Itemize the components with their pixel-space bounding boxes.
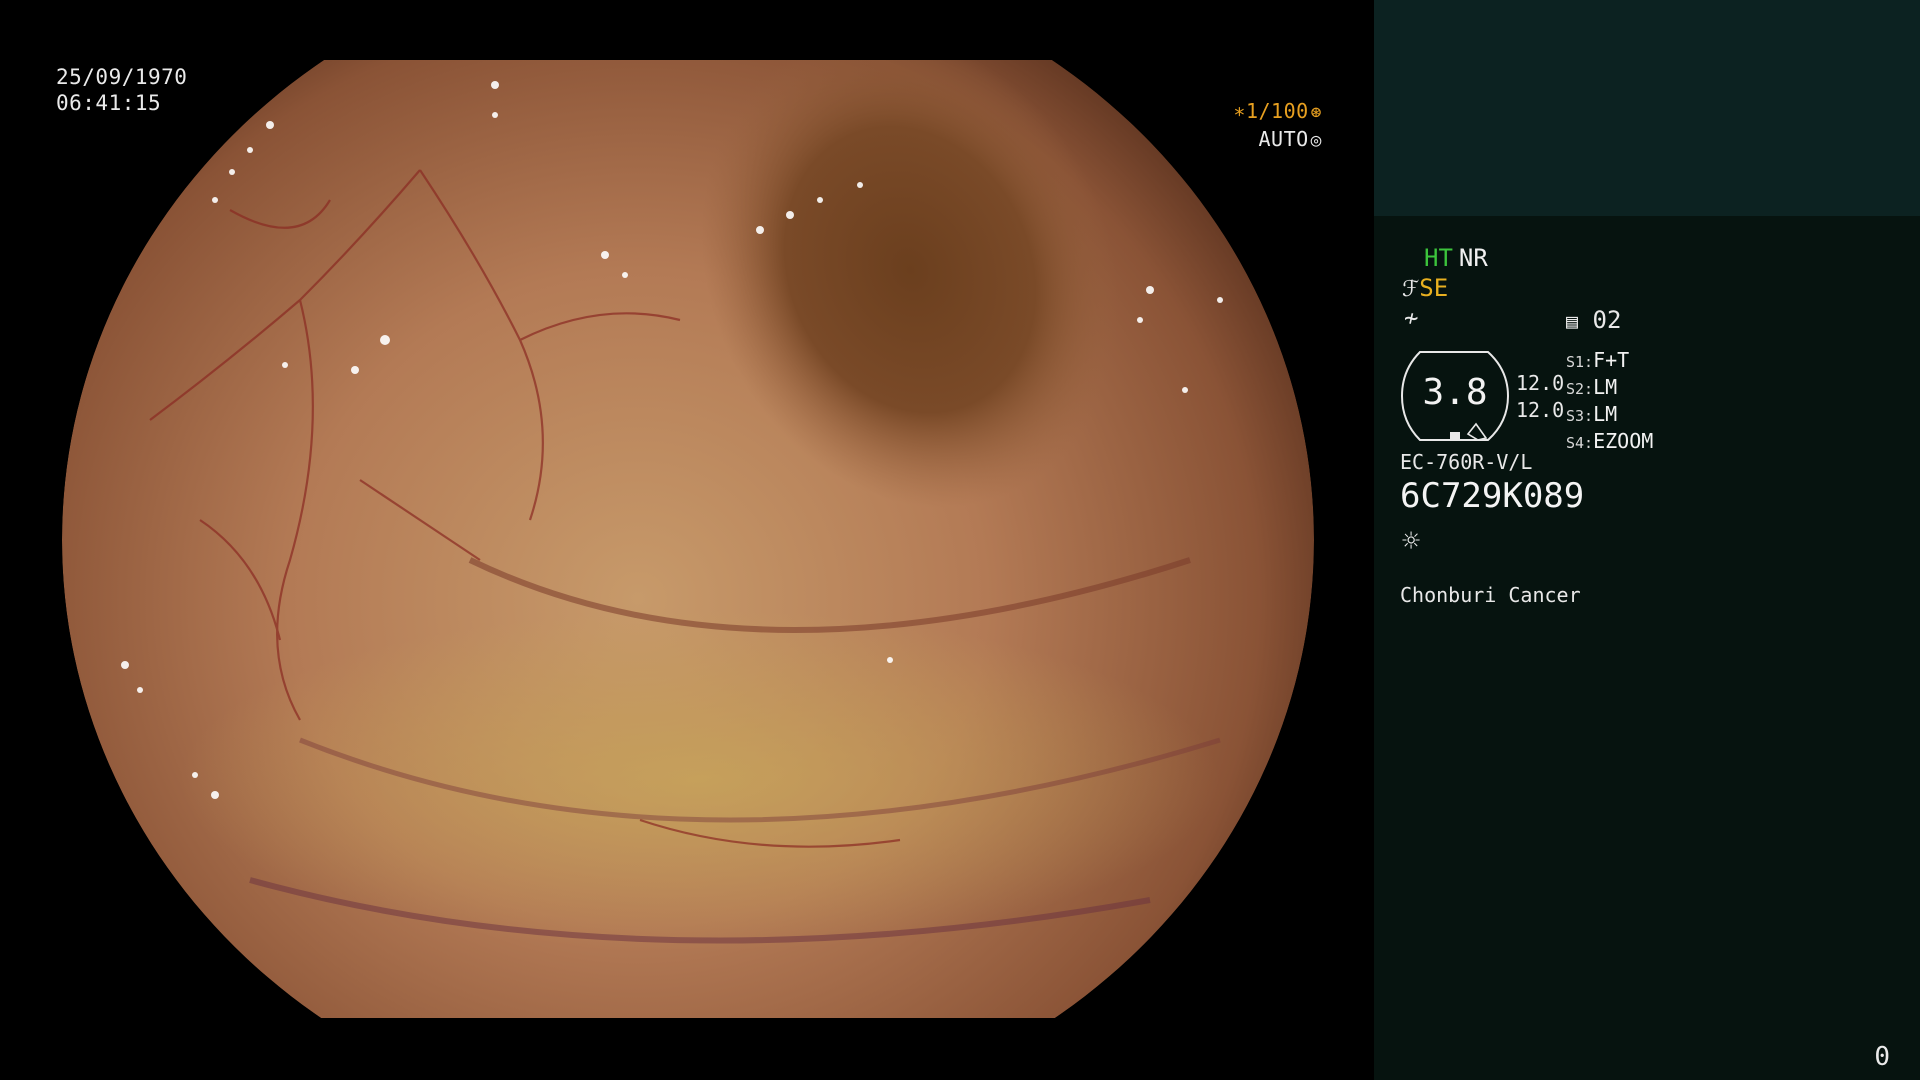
date-text: 25/09/1970 (56, 65, 188, 89)
structure-enhancement: ℱSE (1402, 274, 1448, 304)
switch-row: S3:LM (1566, 402, 1618, 426)
memory-icon: ▤ (1566, 309, 1579, 333)
lamp-icon: ☼ (1402, 524, 1421, 559)
time-text: 06:41:15 (56, 91, 162, 115)
nr-mode: NR (1458, 244, 1488, 272)
info-panel: HT NR ℱSE ≁ ▤ 02 3.8 12.0 12.0 S1:F+T S2:… (1374, 0, 1920, 1080)
shutter-text: ∗1/100 (1233, 99, 1309, 123)
endoscopic-image (0, 0, 1374, 1080)
page-number: 0 (1874, 1042, 1890, 1072)
shutter-speed: ∗1/100 ⊛ (1233, 98, 1322, 126)
aperture-icon: ⊛ (1310, 102, 1322, 123)
scope-serial: 6C729K089 (1400, 476, 1585, 516)
gauge-value: 3.8 (1422, 372, 1488, 413)
structure-enhancement-icon: ℱ (1402, 277, 1420, 302)
iris-text: AUTO (1258, 127, 1309, 151)
endoscope-viewport: 25/09/1970 06:41:15 ∗1/100 ⊛ AUTO ◎ (0, 0, 1374, 1080)
se-mode: SE (1419, 274, 1449, 302)
color-enhance-icon: ≁ (1404, 304, 1419, 332)
scope-model: EC-760R-V/L (1400, 450, 1533, 474)
scope-switches: S1:F+T S2:LM S3:LM S4:EZOOM (1566, 348, 1653, 456)
ht-mode: HT (1424, 244, 1453, 272)
panel-header (1374, 0, 1920, 216)
memory-number: 02 (1592, 306, 1622, 334)
switch-row: S1:F+T (1566, 348, 1630, 372)
switch-row: S4:EZOOM (1566, 429, 1654, 453)
processing-modes: HT NR (1424, 244, 1488, 272)
scale-bottom: 12.0 (1516, 398, 1565, 422)
datetime-stamp: 25/09/1970 06:41:15 (56, 64, 187, 116)
scale-top: 12.0 (1516, 371, 1565, 395)
memory-slot: ▤ 02 (1566, 306, 1621, 335)
magnification-gauge: 3.8 (1400, 350, 1510, 442)
iris-mode: AUTO ◎ (1258, 126, 1322, 154)
iris-icon: ◎ (1310, 130, 1322, 151)
switch-row: S2:LM (1566, 375, 1618, 399)
institution-name: Chonburi Cancer (1400, 583, 1581, 607)
scale-values: 12.0 12.0 (1516, 370, 1564, 424)
